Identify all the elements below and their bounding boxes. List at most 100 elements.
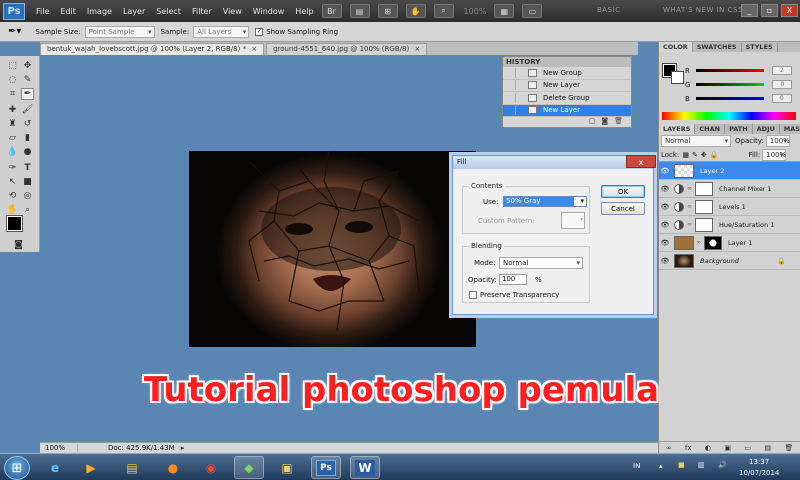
network-icon[interactable]: ◆ xyxy=(234,456,264,479)
minibridge-icon[interactable]: ▤ xyxy=(349,4,370,18)
hand-tool-icon[interactable]: ✋ xyxy=(6,204,19,216)
layer-row[interactable]: 👁 ∞ Hue/Saturation 1 xyxy=(659,216,800,234)
menu-layer[interactable]: Layer xyxy=(123,7,145,16)
eye-icon[interactable]: 👁 xyxy=(659,203,671,211)
tab-swatches[interactable]: SWATCHES xyxy=(693,42,742,52)
slider-track-red[interactable] xyxy=(695,69,764,72)
tray-chevron-icon[interactable]: ▴ xyxy=(659,462,663,470)
type-tool-icon[interactable]: T xyxy=(21,162,34,174)
close-icon[interactable]: × xyxy=(251,45,257,53)
tray-app-icon[interactable]: ■ xyxy=(678,461,685,469)
dodge-tool-icon[interactable]: ● xyxy=(21,146,34,158)
workspace-basic[interactable]: BASIC xyxy=(597,6,621,14)
trash-icon[interactable]: 🗑 xyxy=(784,444,793,452)
history-item[interactable]: Delete Group xyxy=(503,92,631,105)
ie-icon[interactable]: e xyxy=(40,456,70,479)
quick-mask-icon[interactable]: ◙ xyxy=(12,239,25,251)
cancel-button[interactable]: Cancel xyxy=(601,202,645,215)
use-select[interactable]: 50% Gray ▾ xyxy=(503,196,587,207)
shape-tool-icon[interactable]: ■ xyxy=(21,176,34,188)
camera-icon[interactable]: ◙ xyxy=(601,117,608,127)
channel-value[interactable]: 0 xyxy=(771,94,792,103)
history-source-checkbox[interactable] xyxy=(506,105,516,116)
preserve-checkbox[interactable] xyxy=(469,291,477,299)
link-layers-icon[interactable]: ∞ xyxy=(666,444,672,452)
slider-red[interactable]: R2 xyxy=(685,65,797,76)
3d-rotate-tool-icon[interactable]: ⟲ xyxy=(6,190,19,202)
stamp-tool-icon[interactable]: ♜ xyxy=(6,118,19,130)
firefox-icon[interactable]: ● xyxy=(158,456,188,479)
3d-orbit-tool-icon[interactable]: ◎ xyxy=(21,190,34,202)
eye-icon[interactable]: 👁 xyxy=(659,257,671,265)
show-ring-checkbox[interactable]: ✓ xyxy=(255,27,264,36)
explorer-icon[interactable]: ▤ xyxy=(117,456,147,479)
hand-tool-icon[interactable]: ✋ xyxy=(405,4,426,18)
doc-tab-ground[interactable]: ground-4551_640.jpg @ 100% (RGB/8) × xyxy=(266,43,428,55)
history-source-checkbox[interactable] xyxy=(506,92,516,103)
fx-icon[interactable]: fx xyxy=(685,444,692,452)
minimize-button[interactable]: _ xyxy=(741,4,758,17)
arrange-documents-icon[interactable]: ▦ xyxy=(494,4,515,18)
zoom-tool-icon[interactable]: ⌕ xyxy=(433,4,454,18)
zoom-tool-icon[interactable]: ⌕ xyxy=(21,204,34,216)
history-item-selected[interactable]: New Layer xyxy=(503,104,631,117)
layer-row-background[interactable]: 👁 Background 🔒 xyxy=(659,252,800,270)
language-indicator[interactable]: IN xyxy=(633,462,640,470)
doc-tab-active[interactable]: bentuk_wajah_lovebscott.jpg @ 100% (Laye… xyxy=(40,43,265,55)
menu-select[interactable]: Select xyxy=(156,7,181,16)
chrome-icon[interactable]: ◉ xyxy=(196,456,226,479)
gradient-tool-icon[interactable]: ▮ xyxy=(21,132,34,144)
eye-icon[interactable]: 👁 xyxy=(659,167,671,175)
history-brush-icon[interactable]: ↺ xyxy=(21,118,34,130)
new-group-icon[interactable]: ▭ xyxy=(744,444,751,452)
photoshop-icon[interactable]: Ps xyxy=(311,456,341,479)
tab-channels[interactable]: CHAN xyxy=(695,124,726,134)
tab-adjustments[interactable]: ADJU xyxy=(753,124,780,134)
menu-image[interactable]: Image xyxy=(87,7,112,16)
close-button[interactable]: X xyxy=(781,4,798,17)
network-status-icon[interactable]: ▥ xyxy=(698,461,705,469)
layer-row[interactable]: 👁 ∞ Levels 1 xyxy=(659,198,800,216)
tab-paths[interactable]: PATH xyxy=(725,124,753,134)
ok-button[interactable]: OK xyxy=(601,185,645,198)
history-source-checkbox[interactable] xyxy=(506,80,516,91)
new-document-icon[interactable]: ▢ xyxy=(589,117,596,127)
new-adjustment-icon[interactable]: ▣ xyxy=(724,444,731,452)
dialog-titlebar[interactable]: Fill x xyxy=(453,155,656,169)
link-icon[interactable]: ∞ xyxy=(687,185,693,192)
eyedropper-tool-icon[interactable]: ✒ xyxy=(21,88,34,100)
close-icon[interactable]: × xyxy=(414,45,420,53)
eraser-tool-icon[interactable]: ▱ xyxy=(6,132,19,144)
move-tool-icon[interactable]: ✥ xyxy=(21,60,34,72)
workspace-whats-new[interactable]: WHAT'S NEW IN CS5 xyxy=(663,6,743,14)
eyedropper-preset-icon[interactable]: ✒▾ xyxy=(8,26,21,37)
tab-color[interactable]: COLOR xyxy=(659,42,693,52)
bridge-icon[interactable]: Br xyxy=(321,4,342,18)
channel-value[interactable]: 2 xyxy=(771,66,792,75)
opacity-input[interactable]: 100 xyxy=(499,274,527,285)
sample-size-select[interactable]: Point Sample xyxy=(84,25,155,38)
healing-brush-icon[interactable]: ✚ xyxy=(6,104,19,116)
foreground-color-swatch[interactable] xyxy=(6,215,23,232)
layer-fill-input[interactable]: 100% xyxy=(762,148,786,161)
lock-position-icon[interactable]: ✥ xyxy=(701,151,707,159)
quick-select-tool-icon[interactable]: ✎ xyxy=(21,74,34,86)
dialog-close-button[interactable]: x xyxy=(626,155,656,168)
clock-date[interactable]: 10/07/2014 xyxy=(739,469,779,477)
menu-filter[interactable]: Filter xyxy=(192,7,212,16)
eye-icon[interactable]: 👁 xyxy=(659,185,671,193)
slider-green[interactable]: G0 xyxy=(685,79,797,90)
tab-layers[interactable]: LAYERS xyxy=(659,124,696,134)
link-icon[interactable]: ∞ xyxy=(696,239,702,246)
blend-mode-select[interactable]: Normal xyxy=(661,135,731,147)
maximize-button[interactable]: ▫ xyxy=(761,4,778,17)
slider-track-green[interactable] xyxy=(696,83,765,86)
brush-tool-icon[interactable]: 🖌 xyxy=(21,104,34,116)
menu-edit[interactable]: Edit xyxy=(60,7,76,16)
blur-tool-icon[interactable]: 💧 xyxy=(6,146,19,158)
mode-select[interactable]: Normal xyxy=(499,257,583,269)
eye-icon[interactable]: 👁 xyxy=(659,221,671,229)
video-icon[interactable]: ▣ xyxy=(272,456,302,479)
status-arrow-icon[interactable]: ▸ xyxy=(181,444,185,452)
lock-all-icon[interactable]: 🔒 xyxy=(710,151,719,159)
